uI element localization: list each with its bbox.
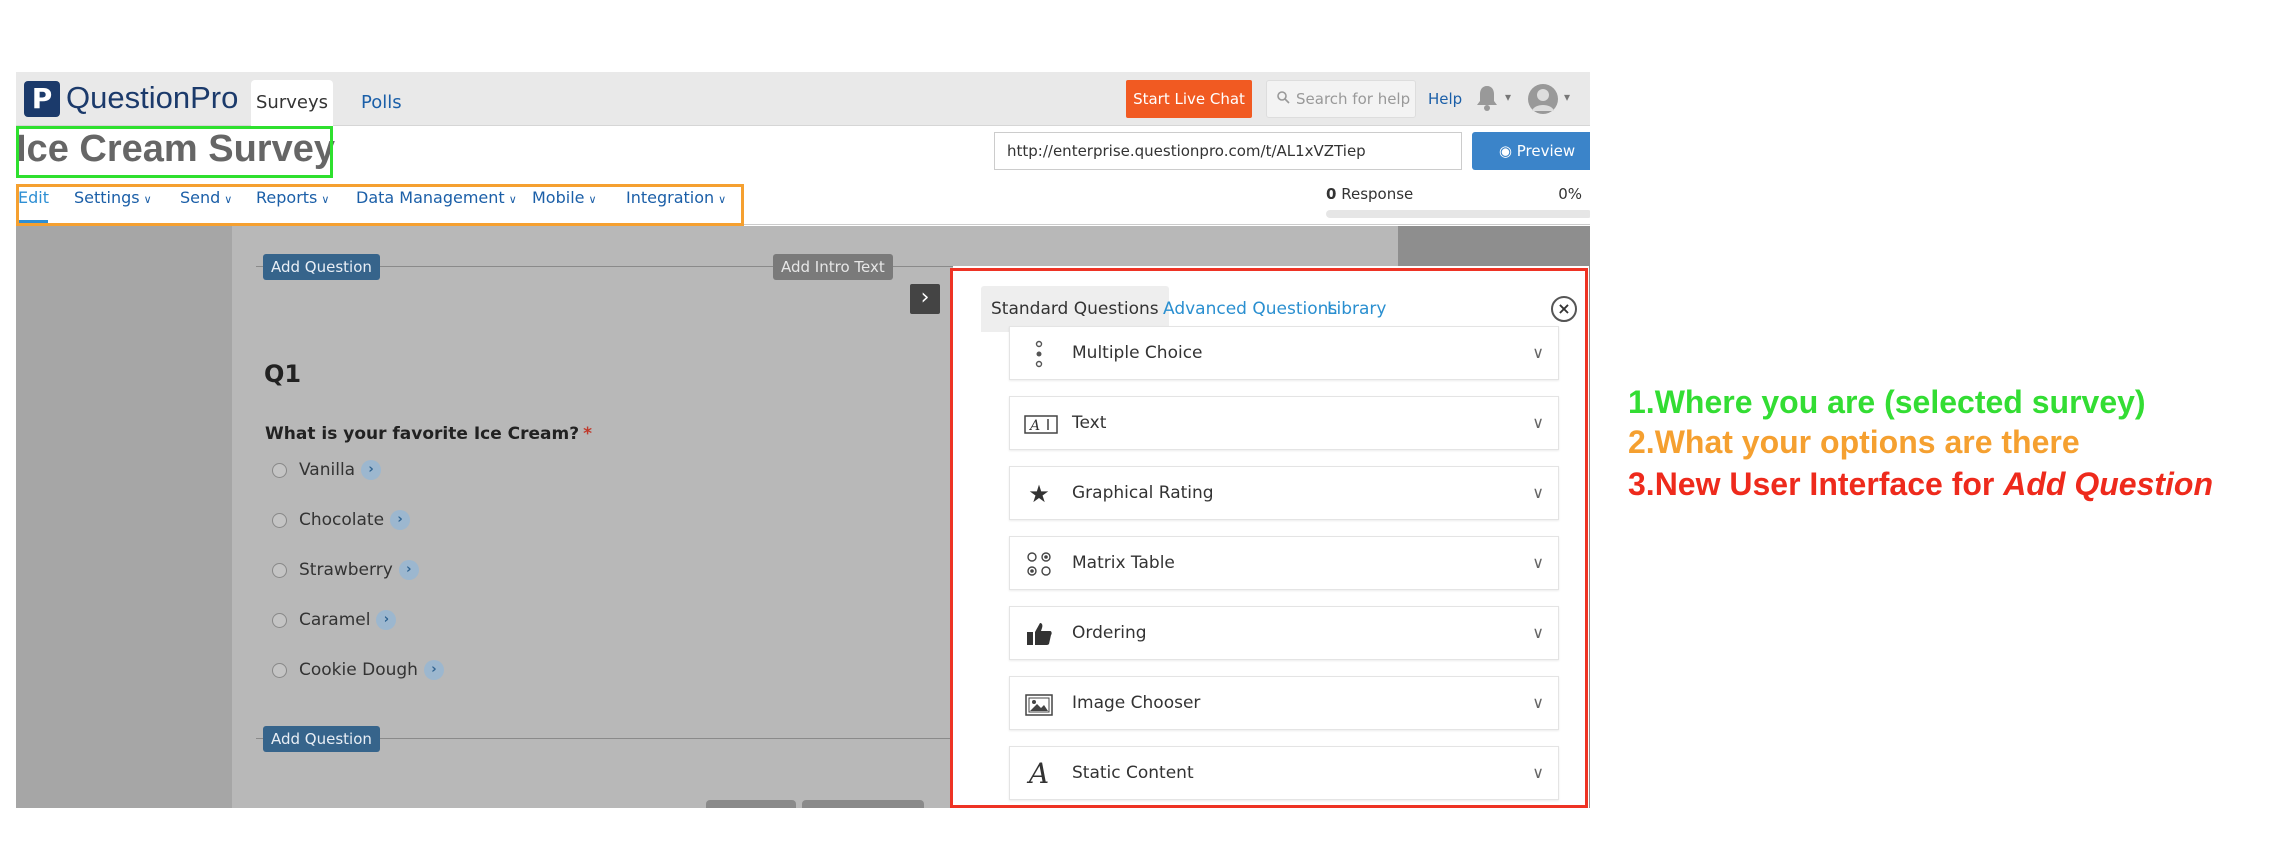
response-count: 0 Response [1326,185,1414,203]
answer-option[interactable]: Caramel › [272,610,397,630]
question-number: Q1 [264,360,302,388]
nav-tab-polls[interactable]: Polls [361,80,402,126]
bell-icon[interactable] [1474,84,1500,119]
radio-button[interactable] [272,612,287,628]
branch-arrow-icon[interactable]: › [390,510,411,530]
preview-label: Preview [1516,142,1576,160]
help-link[interactable]: Help [1428,90,1462,108]
question-text[interactable]: What is your favorite Ice Cream? * [265,424,592,444]
response-percent: 0% [1558,185,1582,203]
radio-button[interactable] [272,562,287,578]
eye-icon: ◉ [1498,142,1512,160]
preview-button[interactable]: ◉ Preview [1472,132,1590,170]
help-search-input[interactable]: Search for help [1266,80,1416,118]
branch-arrow-icon[interactable]: › [398,560,419,580]
chevron-down-icon[interactable]: ▾ [1505,90,1511,104]
answer-option[interactable]: Strawberry › [272,560,419,580]
footer-tab [706,800,796,808]
user-avatar-icon[interactable] [1528,84,1558,114]
branch-arrow-icon[interactable]: › [423,660,444,680]
nav-tab-surveys[interactable]: Surveys [251,80,333,126]
add-intro-text-button[interactable]: Add Intro Text [773,254,893,280]
radio-button[interactable] [272,462,287,478]
survey-url-field[interactable]: http://enterprise.questionpro.com/t/AL1x… [994,132,1462,170]
branch-arrow-icon[interactable]: › [376,610,397,630]
answer-option[interactable]: Cookie Dough › [272,660,444,680]
required-marker: * [583,424,592,444]
response-progress-bar [1326,210,1590,218]
add-question-button[interactable]: Add Question [263,254,380,280]
questionpro-logo-text: QuestionPro [66,80,239,115]
answer-option[interactable]: Vanilla › [272,460,382,480]
search-placeholder: Search for help [1296,90,1411,108]
radio-button[interactable] [272,662,287,678]
branch-arrow-icon[interactable]: › [361,460,382,480]
annotation-line-2: 2.What your options are there [1628,424,2080,460]
search-icon [1277,81,1290,117]
editor-left-gutter [16,226,232,808]
chevron-right-icon[interactable]: › [910,284,940,314]
questionpro-logo-mark: P [24,81,60,117]
start-live-chat-button[interactable]: Start Live Chat [1126,80,1252,118]
radio-button[interactable] [272,512,287,528]
top-navigation-bar: P QuestionPro Surveys Polls Start Live C… [16,72,1590,126]
annotation-line-3: 3.New User Interface for Add Question [1628,466,2214,502]
add-question-button[interactable]: Add Question [263,726,380,752]
highlight-add-question-panel [950,268,1588,808]
answer-option[interactable]: Chocolate › [272,510,411,530]
annotation-line-1: 1.Where you are (selected survey) [1628,384,2146,420]
highlight-menu-options [16,184,744,226]
highlight-selected-survey [16,126,333,178]
footer-tab [802,800,924,808]
chevron-down-icon[interactable]: ▾ [1564,90,1570,104]
